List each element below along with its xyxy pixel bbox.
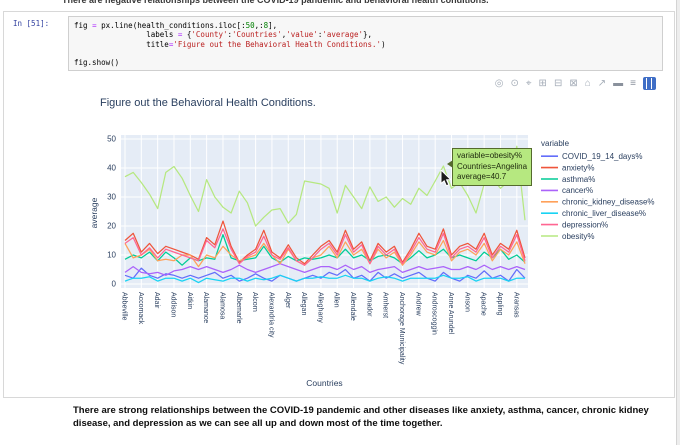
code-text[interactable]: fig = px.line(health_conditions.iloc[:50… xyxy=(74,21,657,67)
legend-label: chronic_kidney_disease% xyxy=(562,198,655,207)
legend-item-anxiety%[interactable]: anxiety% xyxy=(541,163,594,172)
plotly-logo-icon[interactable] xyxy=(643,77,656,90)
x-tick-label: Anne Arundel xyxy=(447,292,454,334)
clipped-markdown-text-content: There are negative relationships between… xyxy=(62,0,489,5)
x-tick-label: Alleghany xyxy=(316,292,323,323)
x-tick-label: Aitkin xyxy=(186,292,193,309)
x-tick-label: Adair xyxy=(153,292,160,309)
hover-closest-icon[interactable]: ▬ xyxy=(613,78,623,89)
y-tick-label: 20 xyxy=(107,222,116,231)
x-tick-label: Accomack xyxy=(137,292,144,325)
hover-compare-icon[interactable]: ≡ xyxy=(630,78,636,89)
y-axis-title: average xyxy=(89,197,99,228)
y-tick-label: 50 xyxy=(107,135,116,144)
y-tick-label: 10 xyxy=(107,251,116,260)
x-tick-label: Androscoggin xyxy=(431,292,438,335)
zoom-in-icon[interactable]: ⊞ xyxy=(539,78,547,89)
y-tick-label: 30 xyxy=(107,193,116,202)
legend-item-cancer%[interactable]: cancer% xyxy=(541,186,593,195)
zoom-icon[interactable]: ⊙ xyxy=(511,78,519,89)
pan-icon[interactable]: ⌖ xyxy=(526,78,532,89)
x-tick-label: Appling xyxy=(496,292,503,315)
health-conditions-line-chart[interactable]: 0 10 20 30 40 50 Abbeville Accomack Adair Addison… xyxy=(0,95,680,395)
legend-label: cancer% xyxy=(562,186,593,195)
legend-title: variable xyxy=(541,139,570,148)
x-tick-label: Anchorage Municipality xyxy=(398,292,405,365)
notebook-page: There are negative relationships between… xyxy=(0,0,680,445)
x-tick-label: Alger xyxy=(284,292,291,309)
download-plot-icon[interactable]: ◎ xyxy=(495,78,504,89)
x-tick-label: Alcorn xyxy=(251,292,258,312)
x-tick-label: Apache xyxy=(480,292,487,316)
legend-label: COVID_19_14_days% xyxy=(562,152,643,161)
mouse-cursor-icon xyxy=(440,170,452,187)
legend-label: chronic_liver_disease% xyxy=(562,209,646,218)
x-axis-title: Countries xyxy=(306,378,342,388)
x-tick-label: Alamance xyxy=(202,292,209,323)
hover-tooltip: variable=obesity% Countries=Angelina ave… xyxy=(446,148,533,186)
x-tick-label: Amador xyxy=(365,292,372,317)
legend-item-chronic_kidney_disease%[interactable]: chronic_kidney_disease% xyxy=(541,198,655,207)
x-tick-label: Andrew xyxy=(414,292,421,317)
zoom-out-icon[interactable]: ⊟ xyxy=(554,78,562,89)
x-tick-label: Addison xyxy=(169,292,176,317)
legend-item-asthma%[interactable]: asthma% xyxy=(541,175,595,184)
x-tick-label: Amherst xyxy=(382,292,389,318)
tooltip-variable: variable=obesity% xyxy=(457,151,523,160)
legend-label: depression% xyxy=(562,220,608,229)
reset-axes-icon[interactable]: ⌂ xyxy=(585,78,591,89)
autoscale-icon[interactable]: ⊠ xyxy=(569,78,577,89)
spikelines-icon[interactable]: ↗ xyxy=(598,78,606,89)
legend-item-depression%[interactable]: depression% xyxy=(541,220,608,229)
tooltip-average: average=40.7 xyxy=(457,172,507,181)
plotly-modebar: ◎ ⊙ ⌖ ⊞ ⊟ ⊠ ⌂ ↗ ▬ ≡ xyxy=(495,77,656,90)
tooltip-country: Countries=Angelina xyxy=(457,161,528,171)
x-tick-label: Allegan xyxy=(300,292,307,315)
x-tick-label: Anson xyxy=(463,292,470,312)
legend-label: obesity% xyxy=(562,232,594,241)
y-tick-label: 40 xyxy=(107,164,116,173)
x-tick-label: Allendale xyxy=(349,292,356,321)
legend-item-obesity%[interactable]: obesity% xyxy=(541,232,594,241)
x-tick-label: Aransas xyxy=(512,292,519,318)
clipped-markdown-text: There are negative relationships between… xyxy=(62,0,644,7)
x-tick-label: Alamosa xyxy=(218,292,225,319)
conclusion-markdown-text: There are strong relationships between t… xyxy=(73,405,649,429)
legend-item-COVID_19_14_days%[interactable]: COVID_19_14_days% xyxy=(541,152,643,161)
cell-prompt: In [51]: xyxy=(13,19,50,28)
code-editor[interactable]: fig = px.line(health_conditions.iloc[:50… xyxy=(68,16,663,71)
x-tick-label: Allen xyxy=(333,292,340,308)
y-tick-label: 0 xyxy=(112,280,117,289)
x-tick-label: Albemarle xyxy=(235,292,242,324)
legend-label: asthma% xyxy=(562,175,595,184)
x-tick-label: Abbeville xyxy=(121,292,128,321)
x-tick-label: Alexandria city xyxy=(267,292,274,338)
legend-label: anxiety% xyxy=(562,163,594,172)
legend-item-chronic_liver_disease%[interactable]: chronic_liver_disease% xyxy=(541,209,646,218)
